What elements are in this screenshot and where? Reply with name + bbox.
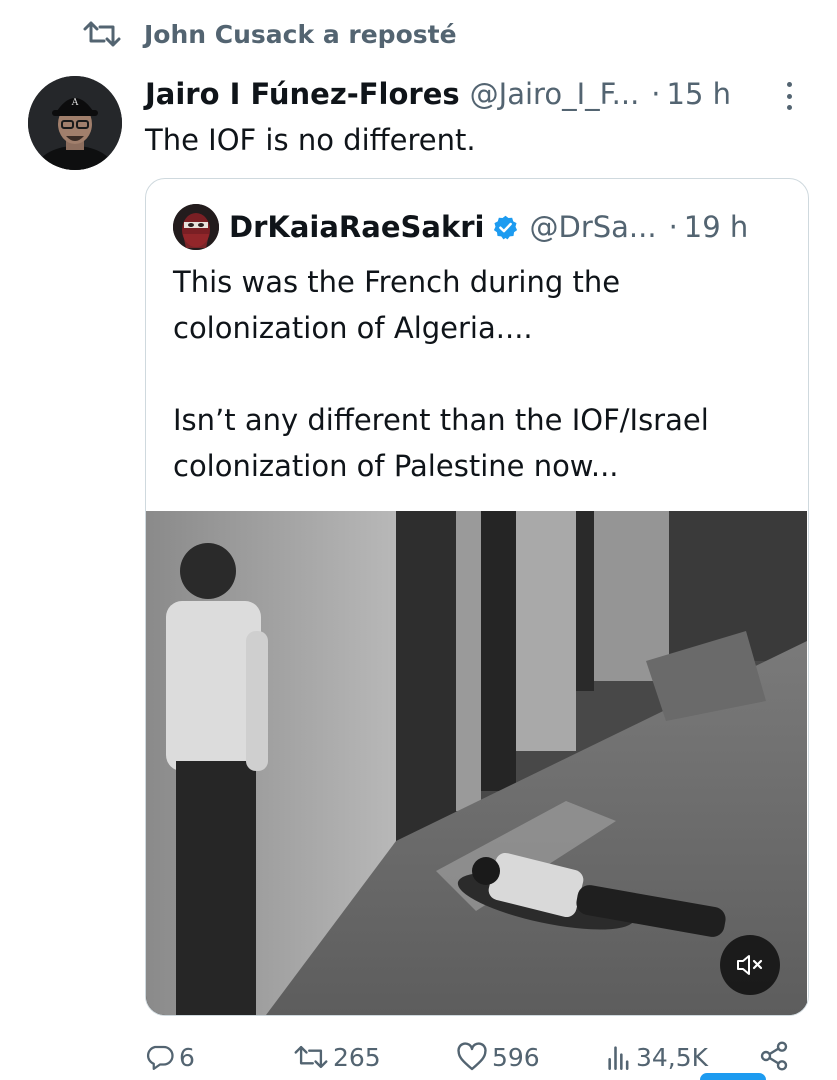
reply-count: 6 [179, 1042, 195, 1072]
post-time[interactable]: 15 h [667, 77, 732, 111]
mute-button[interactable] [720, 935, 780, 995]
repost-count: 265 [333, 1042, 381, 1072]
author-handle[interactable]: @Jairo_I_F... [470, 77, 640, 111]
quote-author-handle[interactable]: @DrSa... [529, 210, 656, 244]
more-options-icon[interactable] [780, 78, 798, 114]
quoted-post[interactable]: DrKaiaRaeSakri @DrSa... · 19 h This was … [145, 178, 809, 1016]
like-count: 596 [492, 1042, 540, 1072]
author-name[interactable]: Jairo I Fúnez-Flores [145, 77, 460, 111]
reply-button[interactable]: 6 [145, 1034, 195, 1080]
share-icon [760, 1041, 788, 1071]
svg-text:A: A [71, 98, 79, 108]
reply-icon [146, 1045, 174, 1070]
author-avatar[interactable]: A [28, 76, 122, 170]
views-chart-icon [608, 1046, 629, 1070]
heart-icon [457, 1042, 487, 1071]
video-player[interactable] [146, 511, 807, 1015]
repost-icon [294, 1045, 328, 1069]
like-button[interactable]: 596 [456, 1034, 540, 1080]
views-button[interactable]: 34,5K [606, 1034, 708, 1080]
share-button[interactable] [758, 1040, 790, 1076]
post-text: The IOF is no different. [145, 123, 476, 157]
view-count: 34,5K [636, 1042, 709, 1072]
quote-text: This was the French during the colonizat… [173, 265, 709, 483]
quote-author-avatar[interactable] [173, 204, 219, 250]
quote-author-name[interactable]: DrKaiaRaeSakri [229, 210, 484, 244]
repost-label: John Cusack a reposté [144, 19, 457, 49]
verified-badge-icon [494, 215, 518, 239]
repost-context[interactable]: John Cusack a reposté [82, 14, 457, 54]
video-frame [146, 511, 807, 1015]
repost-button[interactable]: 265 [293, 1034, 381, 1080]
separator-dot: · [668, 210, 678, 244]
post-header: Jairo I Fúnez-Flores @Jairo_I_F... · 15 … [145, 72, 815, 116]
repost-icon [83, 21, 121, 47]
mute-icon [737, 955, 763, 975]
separator-dot: · [651, 77, 661, 111]
compose-button-edge[interactable] [700, 1073, 766, 1080]
quote-time[interactable]: 19 h [684, 210, 749, 244]
quote-header: DrKaiaRaeSakri @DrSa... · 19 h [173, 203, 748, 251]
